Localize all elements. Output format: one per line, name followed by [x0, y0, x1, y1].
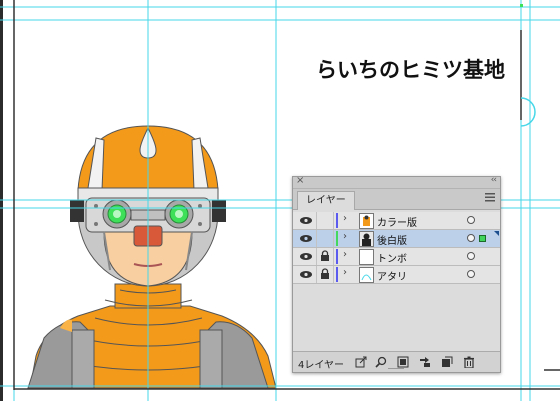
menu-icon[interactable]	[485, 192, 495, 205]
layer-row[interactable]: › 後白版	[293, 230, 500, 248]
divider	[333, 212, 334, 229]
layer-name[interactable]: アタリ	[377, 268, 407, 283]
divider	[316, 212, 317, 229]
lock-icon[interactable]	[320, 268, 330, 280]
lock-icon[interactable]	[320, 250, 330, 262]
layer-row[interactable]: › トンボ	[293, 248, 500, 266]
target-circle-icon[interactable]	[467, 270, 475, 278]
chevron-right-icon[interactable]: ›	[343, 267, 347, 278]
trash-icon[interactable]	[463, 356, 475, 369]
chevron-right-icon[interactable]: ›	[343, 249, 347, 260]
artwork-title-text: らいちのヒミツ基地	[316, 58, 505, 82]
selected-art-indicator[interactable]	[479, 235, 486, 242]
divider	[333, 248, 334, 265]
current-layer-indicator	[494, 231, 499, 236]
layer-thumbnail	[359, 231, 374, 247]
visibility-eye-icon[interactable]	[298, 214, 314, 227]
search-icon[interactable]	[375, 356, 387, 368]
tab-layers[interactable]: レイヤー	[297, 191, 355, 210]
export-icon[interactable]	[355, 356, 367, 368]
target-circle-icon[interactable]	[467, 216, 475, 224]
chevron-right-icon[interactable]: ›	[343, 231, 347, 242]
layer-row[interactable]: › カラー版	[293, 212, 500, 230]
layer-color-bar	[336, 213, 338, 228]
divider	[316, 248, 317, 265]
layer-thumbnail	[359, 267, 374, 283]
divider	[333, 266, 334, 283]
layer-thumbnail	[359, 213, 374, 229]
divider	[316, 266, 317, 283]
new-sublayer-icon[interactable]	[419, 356, 431, 368]
panel-tab-row: レイヤー	[293, 189, 500, 210]
layer-name[interactable]: トンボ	[377, 250, 407, 265]
layer-name[interactable]: カラー版	[377, 214, 417, 229]
visibility-eye-icon[interactable]	[298, 232, 314, 245]
artboard-marker	[520, 4, 523, 7]
visibility-eye-icon[interactable]	[298, 250, 314, 263]
chevron-right-icon[interactable]: ›	[343, 213, 347, 224]
target-circle-icon[interactable]	[467, 234, 475, 242]
layer-color-bar	[336, 249, 338, 264]
panel-title-bar[interactable]: × ‹‹	[293, 175, 500, 189]
clipping-mask-icon[interactable]	[397, 356, 409, 368]
panel-footer: 4レイヤー	[293, 351, 500, 373]
collapse-icon[interactable]: ‹‹	[491, 175, 497, 185]
layer-row[interactable]: › アタリ	[293, 266, 500, 284]
visibility-eye-icon[interactable]	[298, 268, 314, 281]
layer-count: 4レイヤー	[298, 360, 345, 371]
layers-panel[interactable]: × ‹‹ レイヤー › カラー版 › 後白版 › トンボ › アタリ 4レイヤー	[292, 175, 501, 373]
resize-grip[interactable]	[388, 368, 404, 373]
layer-color-bar	[336, 267, 338, 282]
layer-name[interactable]: 後白版	[377, 232, 407, 247]
layer-thumbnail	[359, 249, 374, 265]
new-layer-icon[interactable]	[441, 356, 453, 368]
target-circle-icon[interactable]	[467, 252, 475, 260]
divider	[333, 230, 334, 247]
divider	[316, 230, 317, 247]
layer-color-bar	[336, 231, 338, 246]
close-icon[interactable]: ×	[296, 175, 304, 186]
layer-list: › カラー版 › 後白版 › トンボ › アタリ	[293, 212, 500, 284]
